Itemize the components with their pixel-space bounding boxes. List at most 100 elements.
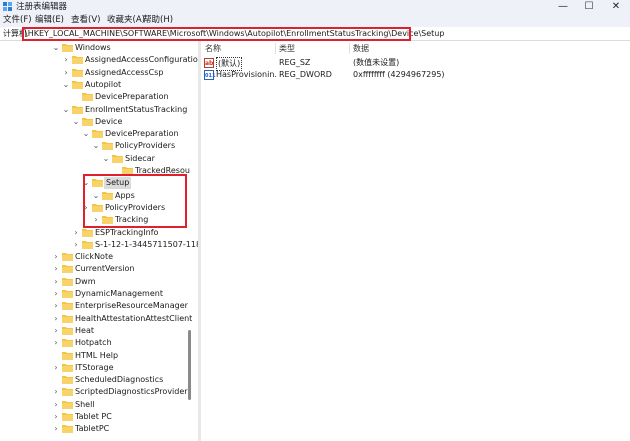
column-separator[interactable] bbox=[275, 43, 276, 54]
chevron-down-icon[interactable]: ⌄ bbox=[72, 117, 80, 127]
chevron-right-icon[interactable]: › bbox=[52, 289, 60, 299]
value-name: HasProvisionin... bbox=[216, 70, 276, 79]
tree-item-label: DevicePreparation bbox=[95, 92, 169, 102]
menu-edit[interactable]: 编辑(E) bbox=[35, 15, 64, 26]
chevron-right-icon[interactable]: › bbox=[52, 387, 60, 397]
value-type: REG_SZ bbox=[279, 58, 311, 67]
chevron-right-icon[interactable]: › bbox=[52, 314, 60, 324]
chevron-right-icon[interactable]: › bbox=[52, 252, 60, 262]
chevron-right-icon[interactable]: › bbox=[52, 264, 60, 274]
tree-item-label: HealthAttestationAttestClient bbox=[75, 313, 193, 323]
tree-item-label: Device bbox=[95, 116, 123, 126]
chevron-down-icon[interactable]: ⌄ bbox=[52, 43, 60, 53]
chevron-right-icon[interactable]: › bbox=[52, 326, 60, 336]
folder-icon bbox=[62, 44, 73, 52]
tree-item-label: ESPTrackingInfo bbox=[95, 227, 159, 237]
column-header-type[interactable]: 类型 bbox=[279, 43, 295, 54]
menu-file[interactable]: 文件(F) bbox=[3, 15, 32, 26]
chevron-right-icon[interactable]: › bbox=[52, 338, 60, 348]
column-header-name[interactable]: 名称 bbox=[205, 43, 221, 54]
folder-icon bbox=[62, 363, 73, 372]
folder-icon bbox=[82, 117, 93, 126]
menu-view[interactable]: 查看(V) bbox=[71, 15, 100, 26]
tree-item-label: Autopilot bbox=[85, 79, 122, 89]
tree-item-label: Windows bbox=[75, 43, 111, 52]
value-data: 0xffffffff (4294967295) bbox=[353, 70, 445, 79]
tree-scrollbar-thumb[interactable] bbox=[188, 330, 191, 400]
folder-icon bbox=[62, 425, 73, 434]
chevron-down-icon[interactable]: ⌄ bbox=[92, 141, 100, 151]
chevron-down-icon[interactable]: ⌄ bbox=[62, 80, 70, 90]
folder-icon bbox=[62, 290, 73, 298]
tree-item-label: ITStorage bbox=[75, 362, 114, 372]
setup-highlight-box bbox=[83, 174, 187, 228]
chevron-right-icon[interactable]: › bbox=[52, 412, 60, 422]
folder-icon bbox=[62, 413, 73, 421]
chevron-right-icon[interactable]: › bbox=[72, 240, 80, 250]
folder-icon bbox=[62, 314, 73, 323]
chevron-down-icon[interactable]: ⌄ bbox=[102, 154, 110, 164]
folder-icon bbox=[82, 228, 93, 237]
close-button[interactable]: ✕ bbox=[603, 0, 629, 14]
window-title: 注册表编辑器 bbox=[16, 2, 68, 12]
chevron-right-icon[interactable]: › bbox=[52, 363, 60, 373]
dword-value-icon: 011 bbox=[204, 70, 215, 80]
folder-icon bbox=[112, 154, 123, 163]
value-row[interactable]: ab (默认) REG_SZ (数值未设置) bbox=[201, 57, 630, 71]
menu-bar: 文件(F) 编辑(E) 查看(V) 收藏夹(A) 帮助(H) bbox=[0, 14, 630, 27]
folder-icon bbox=[92, 130, 103, 139]
minimize-button[interactable]: — bbox=[550, 0, 576, 14]
tree-item-label: Sidecar bbox=[125, 153, 155, 163]
tree-item-label: AssignedAccessCsp bbox=[85, 67, 164, 77]
chevron-right-icon[interactable]: › bbox=[52, 277, 60, 287]
tree-item-label: ClickNote bbox=[75, 252, 113, 262]
column-separator[interactable] bbox=[349, 43, 350, 54]
tree-item-label: Tablet PC bbox=[75, 412, 112, 421]
tree-item-label: ScheduledDiagnostics bbox=[75, 375, 164, 385]
chevron-right-icon[interactable] bbox=[72, 92, 80, 102]
tree-item-label: Heat bbox=[75, 325, 94, 335]
value-row[interactable]: 011 HasProvisionin... REG_DWORD 0xffffffff … bbox=[201, 69, 630, 81]
tree-item-label: ScriptedDiagnosticsProvider bbox=[75, 387, 188, 397]
tree-item-label: Shell bbox=[75, 399, 95, 409]
chevron-right-icon[interactable]: › bbox=[52, 424, 60, 434]
chevron-down-icon[interactable]: ⌄ bbox=[82, 129, 90, 139]
folder-icon bbox=[62, 400, 73, 409]
chevron-right-icon[interactable] bbox=[52, 375, 60, 385]
chevron-down-icon[interactable]: ⌄ bbox=[62, 105, 70, 115]
column-header-data[interactable]: 数据 bbox=[353, 43, 369, 54]
tree-item-label: TabletPC bbox=[75, 424, 110, 434]
chevron-right-icon[interactable] bbox=[52, 351, 60, 361]
folder-icon bbox=[102, 142, 113, 151]
folder-icon bbox=[62, 388, 73, 397]
string-value-icon: ab bbox=[204, 58, 214, 68]
menu-help[interactable]: 帮助(H) bbox=[143, 15, 173, 26]
values-pane: 名称 类型 数据 ab (默认) REG_SZ (数值未设置) 011 HasProvis… bbox=[201, 41, 630, 441]
value-type: REG_DWORD bbox=[279, 70, 332, 79]
address-highlight-box bbox=[22, 27, 411, 41]
chevron-right-icon[interactable]: › bbox=[52, 400, 60, 410]
folder-icon bbox=[62, 376, 73, 385]
chevron-right-icon[interactable]: › bbox=[62, 55, 70, 65]
folder-icon bbox=[62, 326, 73, 335]
address-bar[interactable]: 计算机 \HKEY_LOCAL_MACHINE\SOFTWARE\Microso… bbox=[0, 27, 630, 41]
tree-item-label: EnterpriseResourceManager bbox=[75, 301, 188, 311]
tree-item-label: Dwm bbox=[75, 276, 96, 286]
tree-item-label: CurrentVersion bbox=[75, 264, 135, 274]
folder-icon bbox=[82, 240, 93, 249]
tree-item-label: PolicyProviders bbox=[115, 141, 176, 151]
tree-item-label: HTML Help bbox=[75, 350, 119, 360]
menu-favorites[interactable]: 收藏夹(A) bbox=[107, 15, 145, 26]
chevron-right-icon[interactable]: › bbox=[72, 228, 80, 238]
folder-icon bbox=[62, 302, 73, 311]
maximize-button[interactable]: ☐ bbox=[576, 0, 602, 14]
chevron-right-icon[interactable]: › bbox=[62, 68, 70, 78]
folder-icon bbox=[72, 56, 83, 65]
folder-icon bbox=[62, 277, 73, 286]
tree-item-label: Hotpatch bbox=[75, 338, 112, 348]
title-bar: 注册表编辑器 — ☐ ✕ bbox=[0, 0, 630, 14]
folder-icon bbox=[62, 351, 73, 360]
folder-icon bbox=[62, 339, 73, 348]
value-data: (数值未设置) bbox=[353, 58, 400, 67]
chevron-right-icon[interactable]: › bbox=[52, 301, 60, 311]
